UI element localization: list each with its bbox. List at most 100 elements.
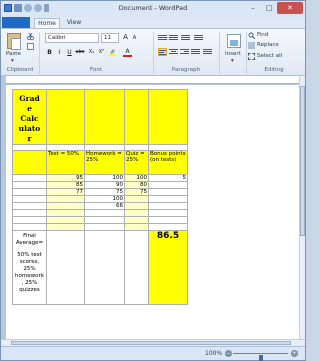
subscript-button[interactable]: X₂ [87, 48, 96, 57]
table-cell[interactable] [12, 188, 47, 196]
quiz-score-cell[interactable] [124, 202, 149, 210]
font-size-select[interactable]: 11 [101, 33, 119, 43]
close-button[interactable]: ✕ [277, 2, 303, 14]
header-cell[interactable] [12, 150, 47, 175]
bonus-cell[interactable] [148, 188, 188, 196]
grow-font-button[interactable]: A [121, 33, 130, 42]
test-header[interactable]: Test = 50% [46, 150, 85, 175]
horizontal-scroll-thumb[interactable] [11, 341, 291, 345]
table-cell[interactable] [12, 216, 47, 224]
quiz-score-cell[interactable] [124, 216, 149, 224]
table-cell[interactable] [12, 223, 47, 231]
paste-dropdown-icon[interactable]: ▾ [11, 58, 14, 64]
bonus-cell[interactable] [148, 181, 188, 189]
homework-score-cell[interactable]: 100 [84, 195, 125, 203]
maximize-button[interactable]: □ [261, 2, 277, 14]
align-left-icon[interactable] [158, 48, 167, 56]
vertical-scroll-thumb[interactable] [300, 86, 305, 236]
decrease-indent-icon[interactable] [158, 34, 167, 42]
highlight-color-icon[interactable] [109, 49, 116, 56]
align-right-icon[interactable] [180, 48, 189, 56]
test-score-cell[interactable]: 77 [46, 188, 85, 196]
bonus-cell[interactable] [148, 216, 188, 224]
table-cell[interactable] [12, 181, 47, 189]
cut-icon[interactable] [27, 32, 34, 40]
bullets-icon[interactable] [181, 34, 190, 42]
table-cell[interactable] [12, 174, 47, 182]
italic-button[interactable]: I [55, 48, 64, 57]
paragraph-settings-icon[interactable] [203, 48, 212, 56]
font-family-select[interactable]: Calibri [45, 33, 99, 43]
table-cell[interactable] [12, 195, 47, 203]
homework-score-cell[interactable]: 90 [84, 181, 125, 189]
insert-dropdown-icon[interactable]: ▾ [231, 58, 234, 64]
tab-view[interactable]: View [63, 18, 85, 28]
replace-icon[interactable] [248, 42, 255, 49]
final-average-cell[interactable]: Final Average= 50% test scores, 25% home… [12, 230, 47, 305]
header-empty-cell[interactable] [84, 89, 125, 145]
bonus-cell[interactable]: 5 [148, 174, 188, 182]
quiz-score-cell[interactable] [124, 223, 149, 231]
homework-score-cell[interactable] [84, 223, 125, 231]
header-empty-cell[interactable] [124, 89, 149, 145]
tab-home[interactable]: Home [34, 18, 60, 28]
bonus-cell[interactable] [148, 209, 188, 217]
copy-icon[interactable] [27, 43, 34, 50]
align-center-icon[interactable] [169, 48, 178, 56]
zoom-in-button[interactable]: + [291, 350, 298, 357]
replace-button[interactable]: Replace [257, 42, 279, 48]
homework-score-cell[interactable]: 75 [84, 188, 125, 196]
shrink-font-button[interactable]: A [130, 34, 139, 43]
paste-button-label[interactable]: Paste [6, 51, 21, 57]
select-all-icon[interactable] [248, 53, 255, 60]
select-all-button[interactable]: Select all [257, 53, 282, 59]
increase-indent-icon[interactable] [169, 34, 178, 42]
document-page[interactable]: Grad e Calc ulato r Test = 50% Homework … [6, 85, 299, 339]
table-cell[interactable] [12, 209, 47, 217]
find-icon[interactable] [248, 32, 256, 40]
bonus-cell[interactable] [148, 223, 188, 231]
header-empty-cell[interactable] [148, 89, 188, 145]
bonus-cell[interactable] [148, 202, 188, 210]
quiz-score-cell[interactable] [124, 195, 149, 203]
vertical-scrollbar[interactable] [299, 76, 305, 339]
homework-header[interactable]: Homework = 25% [84, 150, 125, 175]
test-score-cell[interactable] [46, 216, 85, 224]
quiz-header[interactable]: Quiz = 25% [124, 150, 149, 175]
underline-button[interactable]: U [65, 48, 74, 57]
test-score-cell[interactable] [46, 209, 85, 217]
homework-score-cell[interactable]: 100 [84, 174, 125, 182]
bonus-cell[interactable] [148, 195, 188, 203]
quiz-score-cell[interactable]: 100 [124, 174, 149, 182]
strikethrough-button[interactable]: abc [74, 48, 86, 57]
line-spacing-icon[interactable] [194, 34, 203, 42]
final-average-value[interactable]: 86.5 [148, 230, 188, 305]
quiz-score-cell[interactable]: 75 [124, 188, 149, 196]
superscript-button[interactable]: X² [97, 48, 106, 57]
file-menu-button[interactable] [2, 17, 30, 28]
test-score-cell[interactable] [46, 223, 85, 231]
justify-icon[interactable] [191, 48, 200, 56]
table-cell[interactable] [12, 202, 47, 210]
grade-calculator-table[interactable]: Grad e Calc ulato r Test = 50% Homework … [12, 89, 188, 305]
font-color-icon[interactable]: A [123, 48, 132, 57]
horizontal-scrollbar[interactable] [1, 339, 305, 346]
bold-button[interactable]: B [45, 48, 54, 57]
zoom-slider-handle[interactable] [258, 355, 263, 361]
zoom-slider[interactable] [233, 353, 288, 361]
table-cell[interactable] [84, 230, 125, 305]
paste-icon[interactable] [7, 33, 21, 50]
ruler[interactable] [6, 76, 299, 84]
test-score-cell[interactable] [46, 195, 85, 203]
insert-picture-icon[interactable] [227, 34, 241, 48]
insert-button-label[interactable]: Insert [225, 51, 241, 57]
homework-score-cell[interactable] [84, 209, 125, 217]
bonus-header[interactable]: Bonus points (on tests) [148, 150, 188, 175]
find-button[interactable]: Find [257, 32, 268, 38]
homework-score-cell[interactable]: 66 [84, 202, 125, 210]
calculator-title-cell[interactable]: Grad e Calc ulato r [12, 89, 47, 145]
test-score-cell[interactable] [46, 202, 85, 210]
table-cell[interactable] [46, 230, 85, 305]
zoom-out-button[interactable]: − [225, 350, 232, 357]
test-score-cell[interactable]: 95 [46, 174, 85, 182]
